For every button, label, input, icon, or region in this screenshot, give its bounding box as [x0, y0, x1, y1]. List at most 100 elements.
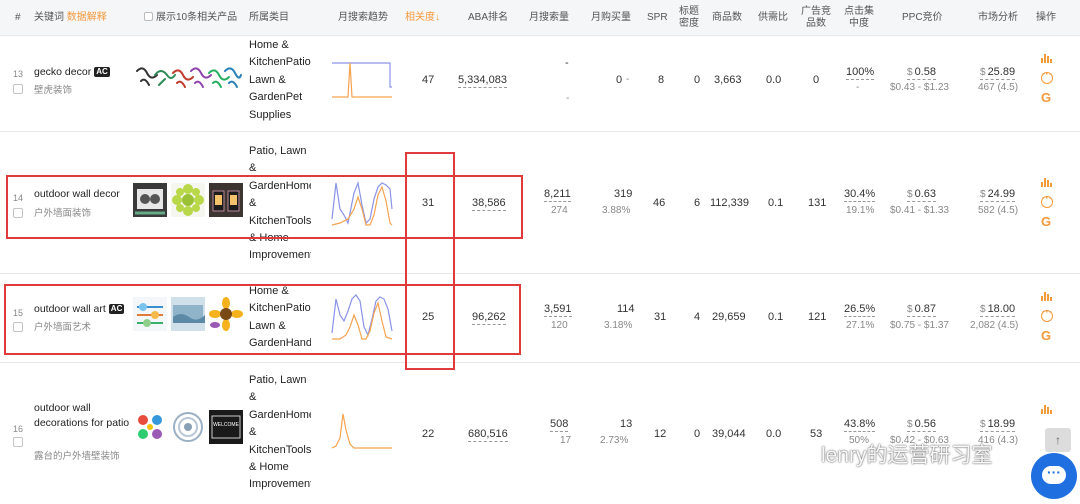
product-image[interactable]: [209, 183, 243, 217]
market-price-value[interactable]: $18.00: [980, 303, 1016, 317]
header-ad-products[interactable]: 广告竞品数: [800, 6, 832, 30]
title-density-value: 6: [694, 197, 701, 209]
monthly-search-value[interactable]: 508: [550, 418, 569, 432]
trend-chart[interactable]: [330, 57, 394, 109]
keyword-link[interactable]: outdoor wall art AC: [34, 302, 130, 317]
header-product-count[interactable]: 商品数: [712, 12, 742, 24]
header-title-density[interactable]: 标题密度: [679, 6, 699, 30]
monthly-search-value[interactable]: 3,591: [544, 303, 572, 317]
row-checkbox[interactable]: [13, 208, 23, 218]
product-count-value: 3,663: [714, 74, 742, 86]
show-top10-checkbox[interactable]: [144, 12, 153, 21]
click-concentration-value[interactable]: 26.5%: [844, 303, 876, 317]
header-spr[interactable]: SPR: [647, 12, 668, 24]
product-image[interactable]: [171, 410, 205, 444]
aba-rank-value[interactable]: 5,334,083: [458, 74, 507, 88]
monthly-search-value[interactable]: 8,211: [544, 188, 571, 202]
welcome-sign-text: WELCOME: [213, 422, 240, 428]
header-market: 市场分析: [978, 12, 1018, 23]
click-concentration-value[interactable]: 30.4%: [844, 188, 876, 202]
keyword-translation: 壁虎装饰: [34, 85, 73, 96]
row-actions: G: [1041, 53, 1053, 104]
row-actions: G: [1041, 177, 1053, 228]
bar-chart-icon[interactable]: [1041, 53, 1053, 63]
keyword-link[interactable]: outdoor wall decor: [34, 187, 130, 202]
ppc-value[interactable]: $0.58: [907, 66, 936, 80]
keyword-link[interactable]: outdoor wall decorations for patio: [34, 401, 130, 431]
bar-chart-icon[interactable]: [1041, 404, 1053, 414]
bar-chart-icon[interactable]: [1041, 291, 1053, 301]
google-icon[interactable]: G: [1041, 91, 1053, 104]
keyword-translation: 户外墙面艺术: [34, 322, 92, 333]
wechat-icon: [785, 443, 814, 465]
ppc-value[interactable]: $0.63: [907, 188, 936, 202]
supply-demand-value: 0.1: [768, 311, 784, 323]
product-image[interactable]: [133, 61, 243, 95]
relevance-value: 47: [422, 74, 435, 86]
google-icon[interactable]: G: [1041, 215, 1053, 228]
header-click-concentration[interactable]: 点击集中度: [840, 6, 878, 30]
title-density-value: 4: [694, 311, 701, 323]
market-price-value[interactable]: $25.89: [980, 66, 1016, 80]
trend-chart[interactable]: [330, 402, 394, 454]
bar-chart-icon[interactable]: [1041, 177, 1053, 187]
category-text: Patio, Lawn & GardenHome & KitchenTools …: [249, 145, 311, 262]
table-header: # 关键词 数据解释 展示10条相关产品 所属类目 月搜索趋势 相关度↓ ABA…: [0, 0, 1080, 36]
ad-products-value: 121: [808, 311, 827, 323]
header-aba-rank[interactable]: ABA排名: [468, 12, 508, 24]
spr-value: 8: [658, 74, 665, 86]
header-monthly-purchase[interactable]: 月购买量: [591, 12, 631, 24]
header-supply-demand[interactable]: 供需比: [758, 12, 788, 24]
keyword-translation: 户外墙面装饰: [34, 208, 92, 219]
header-ppc[interactable]: PPC竞价: [902, 12, 943, 24]
ad-products-value: 0: [813, 74, 820, 86]
product-image[interactable]: [209, 297, 243, 331]
keyword-link[interactable]: gecko decor AC: [34, 65, 130, 80]
product-image[interactable]: [171, 183, 205, 217]
more-icon[interactable]: [1041, 193, 1053, 208]
header-relevance-sort[interactable]: 相关度↓: [405, 12, 440, 24]
show-top10-toggle[interactable]: 展示10条相关产品: [144, 12, 237, 24]
product-image[interactable]: [171, 297, 205, 331]
product-image[interactable]: [133, 183, 167, 217]
ppc-value[interactable]: $0.56: [907, 418, 936, 432]
click-concentration-value[interactable]: 43.8%: [844, 418, 876, 432]
keyword-text[interactable]: outdoor wall decor: [34, 188, 120, 200]
watermark-text: lenry的运营研习室: [821, 444, 993, 467]
keyword-text[interactable]: gecko decor: [34, 66, 91, 78]
header-monthly-search[interactable]: 月搜索量: [529, 12, 569, 24]
product-thumbnails: [133, 297, 243, 335]
keyword-text[interactable]: outdoor wall decorations for patio: [34, 402, 129, 429]
row-actions: G: [1041, 291, 1053, 342]
trend-chart[interactable]: [330, 179, 394, 231]
monthly-search-sub: 274: [551, 205, 568, 216]
header-ops: 操作: [1036, 12, 1056, 23]
aba-rank-value[interactable]: 96,262: [472, 311, 506, 325]
row-checkbox[interactable]: [13, 84, 23, 94]
ac-badge: AC: [108, 304, 125, 314]
product-image[interactable]: [133, 297, 167, 331]
row-checkbox[interactable]: [13, 322, 23, 332]
market-reviews: 582 (4.5): [978, 205, 1019, 216]
product-thumbnails: [133, 61, 243, 99]
keyword-data-tip-link[interactable]: 数据解释: [67, 12, 107, 23]
product-image[interactable]: WELCOME: [209, 410, 243, 444]
market-price-value[interactable]: $24.99: [980, 188, 1016, 202]
trend-chart[interactable]: [330, 291, 394, 343]
market-price-value[interactable]: $18.99: [980, 418, 1016, 432]
row-checkbox[interactable]: [13, 437, 23, 447]
ppc-value[interactable]: $0.87: [907, 303, 936, 317]
aba-rank-value[interactable]: 680,516: [468, 428, 508, 442]
scroll-to-top-button[interactable]: ↑: [1045, 428, 1071, 452]
click-concentration-value[interactable]: 100%: [846, 66, 875, 80]
google-icon[interactable]: G: [1041, 329, 1053, 342]
relevance-value: 31: [422, 197, 435, 209]
chat-button[interactable]: [1031, 453, 1077, 499]
more-icon[interactable]: [1041, 307, 1053, 322]
aba-rank-value[interactable]: 38,586: [472, 197, 506, 211]
product-image[interactable]: [133, 410, 167, 444]
monthly-search-sub: 120: [551, 320, 568, 331]
keyword-text[interactable]: outdoor wall art: [34, 303, 106, 315]
more-icon[interactable]: [1041, 69, 1053, 84]
category-text: Patio, Lawn & GardenHome & KitchenTools …: [249, 374, 311, 491]
